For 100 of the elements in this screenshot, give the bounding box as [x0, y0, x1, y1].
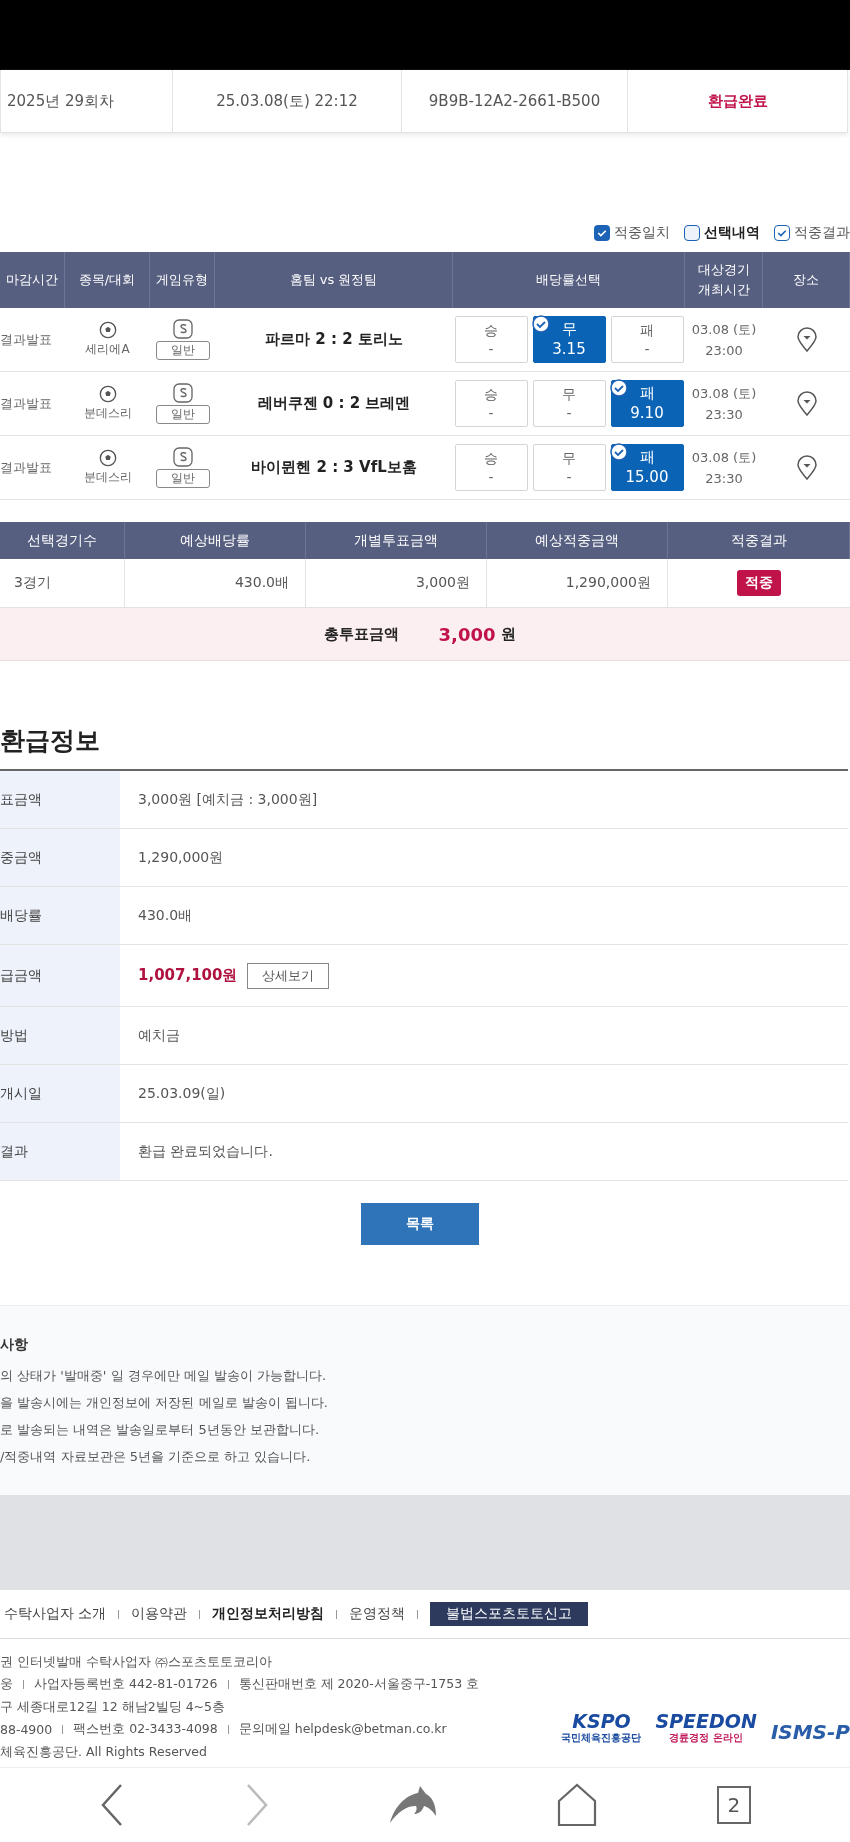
checkbox-label: 적중일치 [614, 224, 670, 242]
odds-option[interactable]: 패 - [610, 316, 684, 363]
s-badge-icon [172, 383, 193, 403]
match-date: 03.08 (토) [691, 449, 757, 467]
column-header: 마감시간 [0, 252, 65, 308]
game-type-tag: 일반 [155, 405, 210, 424]
check-icon [531, 315, 550, 333]
soccer-ball-icon [98, 385, 117, 403]
row-value: 430.0배 [138, 906, 193, 925]
row-value: 25.03.09(일) [138, 1084, 226, 1103]
footer-text: 사업자등록번호 442-81-01726 [34, 1676, 218, 1694]
checkbox[interactable] [594, 225, 610, 241]
footer-link[interactable]: 개인정보처리방침 [212, 1605, 325, 1623]
note-line: 의 상태가 '발매중' 일 경우에만 메일 발송이 가능합니다. [0, 1367, 328, 1385]
result-badge: 적중 [737, 570, 781, 596]
odds-option[interactable]: 무 3.15 [532, 316, 606, 363]
info-value: 9B9B-12A2-2661-B500 [428, 92, 601, 110]
check-icon [596, 227, 608, 239]
league-name: 세리에A [85, 341, 130, 358]
row-label: 개시일 [0, 1065, 120, 1122]
checkbox-label: 적중결과 [794, 224, 850, 242]
footer-link[interactable]: 이용약관 [131, 1605, 188, 1623]
odds-option[interactable]: 승 - [454, 316, 528, 363]
odds-option[interactable]: 무 - [532, 444, 606, 491]
game-type-tag: 일반 [155, 341, 210, 360]
column-header: 예상배당률 [125, 522, 306, 559]
odds-option[interactable]: 패 9.10 [610, 380, 684, 427]
soccer-ball-icon [98, 449, 117, 467]
checkbox[interactable] [684, 225, 700, 241]
table-cell: 3,000원 [415, 574, 470, 592]
currency-unit: 원 [501, 624, 517, 644]
match-time: 23:30 [705, 407, 743, 422]
detail-button[interactable]: 상세보기 [247, 962, 330, 989]
row-value: 1,290,000원 [138, 848, 224, 867]
info-value: 2025년 29회차 [7, 91, 115, 111]
row-label: 급금액 [0, 945, 120, 1006]
league-name: 분데스리 [83, 405, 132, 422]
league-name: 분데스리 [83, 469, 132, 486]
match-date: 03.08 (토) [691, 385, 757, 403]
footer-text: 문의메일 helpdesk@betman.co.kr [238, 1721, 447, 1739]
total-amount: 3,000 [438, 623, 496, 645]
row-label: 결과 [0, 1123, 120, 1180]
soccer-ball-icon [98, 321, 117, 339]
column-header: 게임유형 [150, 252, 215, 308]
note-line: 을 발송시에는 개인정보에 저장된 메일로 발송이 됩니다. [0, 1394, 329, 1412]
match-date: 03.08 (토) [691, 321, 757, 339]
row-label: 표금액 [0, 771, 120, 828]
table-cell: 결과발표 [0, 458, 52, 477]
row-value: 1,007,100원 [138, 966, 238, 985]
logo[interactable]: KSPO 국민체육진흥공단 [561, 1711, 642, 1743]
home-icon[interactable] [556, 1783, 599, 1827]
table-cell: 430.0배 [234, 574, 289, 592]
note-line: /적중내역 자료보관은 5년을 기준으로 하고 있습니다. [0, 1448, 312, 1466]
s-badge-icon [172, 447, 193, 467]
column-header: 대상경기 개최시간 [685, 252, 763, 308]
column-header: 배당률선택 [453, 252, 685, 308]
odds-option[interactable]: 패 15.00 [610, 444, 684, 491]
table-cell: 결과발표 [0, 394, 52, 413]
footer-link[interactable]: 불법스포츠토토신고 [430, 1602, 589, 1626]
column-header: 선택경기수 [0, 522, 125, 559]
footer-link[interactable]: 운영정책 [349, 1605, 406, 1623]
match-time: 23:30 [705, 471, 743, 486]
odds-option[interactable]: 무 - [532, 380, 606, 427]
location-pin-icon[interactable] [795, 454, 818, 481]
footer-text: 구 세종대로12길 12 해남2빌딩 4~5층 [0, 1698, 226, 1716]
check-icon [609, 443, 628, 461]
logo[interactable]: SPEEDON 경륜경정 온라인 [655, 1711, 757, 1743]
row-label: 배당률 [0, 887, 120, 944]
logo[interactable]: ISMS-P [770, 1720, 850, 1743]
match-score: 레버쿠젠 0 : 2 브레멘 [257, 394, 411, 413]
note-line: 로 발송되는 내역은 발송일로부터 5년동안 보관합니다. [0, 1421, 321, 1439]
tab-count-button[interactable]: 2 [716, 1786, 751, 1824]
odds-option[interactable]: 승 - [454, 444, 528, 491]
footer-link[interactable]: 수탁사업자 소개 [4, 1605, 107, 1623]
s-badge-icon [172, 319, 193, 339]
table-cell: 3경기 [14, 574, 51, 592]
column-header: 예상적중금액 [487, 522, 668, 559]
footer-text: 체육진흥공단. All Rights Reserved [0, 1743, 207, 1761]
location-pin-icon[interactable] [795, 390, 818, 417]
game-type-tag: 일반 [155, 469, 210, 488]
status-text: 환급완료 [707, 91, 768, 111]
footer-text: 88-4900 [0, 1722, 53, 1738]
check-icon [609, 379, 628, 397]
table-cell: 결과발표 [0, 330, 52, 349]
check-icon [776, 227, 788, 239]
column-header: 개별투표금액 [306, 522, 487, 559]
location-pin-icon[interactable] [795, 326, 818, 353]
footer-text: 팩스번호 02-3433-4098 [73, 1721, 218, 1739]
footer-text: 웅 [0, 1676, 13, 1694]
column-header: 홈팀 vs 원정팀 [215, 252, 453, 308]
footer-text: 통신판매번호 제 2020-서울중구-1753 호 [238, 1676, 480, 1694]
notes-title: 사항 [0, 1336, 29, 1354]
checkbox-label: 선택내역 [704, 224, 760, 242]
row-value: 예치금 [138, 1026, 180, 1045]
dolphin-icon[interactable] [387, 1785, 438, 1825]
match-time: 23:00 [705, 343, 743, 358]
row-value: 환급 완료되었습니다. [138, 1142, 273, 1161]
odds-option[interactable]: 승 - [454, 380, 528, 427]
checkbox[interactable] [774, 225, 790, 241]
list-button[interactable]: 목록 [361, 1203, 479, 1245]
